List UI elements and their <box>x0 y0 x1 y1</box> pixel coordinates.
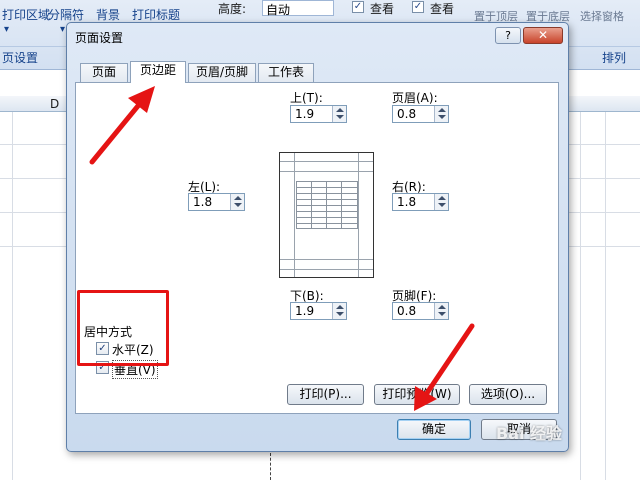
watermark: Bai 经验 <box>496 424 563 443</box>
arrow-to-margins-tab-icon <box>89 86 155 165</box>
tab-label: 页边距 <box>139 63 176 77</box>
tab-margins[interactable]: 页边距 <box>130 61 186 83</box>
annotation-arrows <box>89 86 475 411</box>
arrow-to-ok-button-icon <box>414 323 475 411</box>
